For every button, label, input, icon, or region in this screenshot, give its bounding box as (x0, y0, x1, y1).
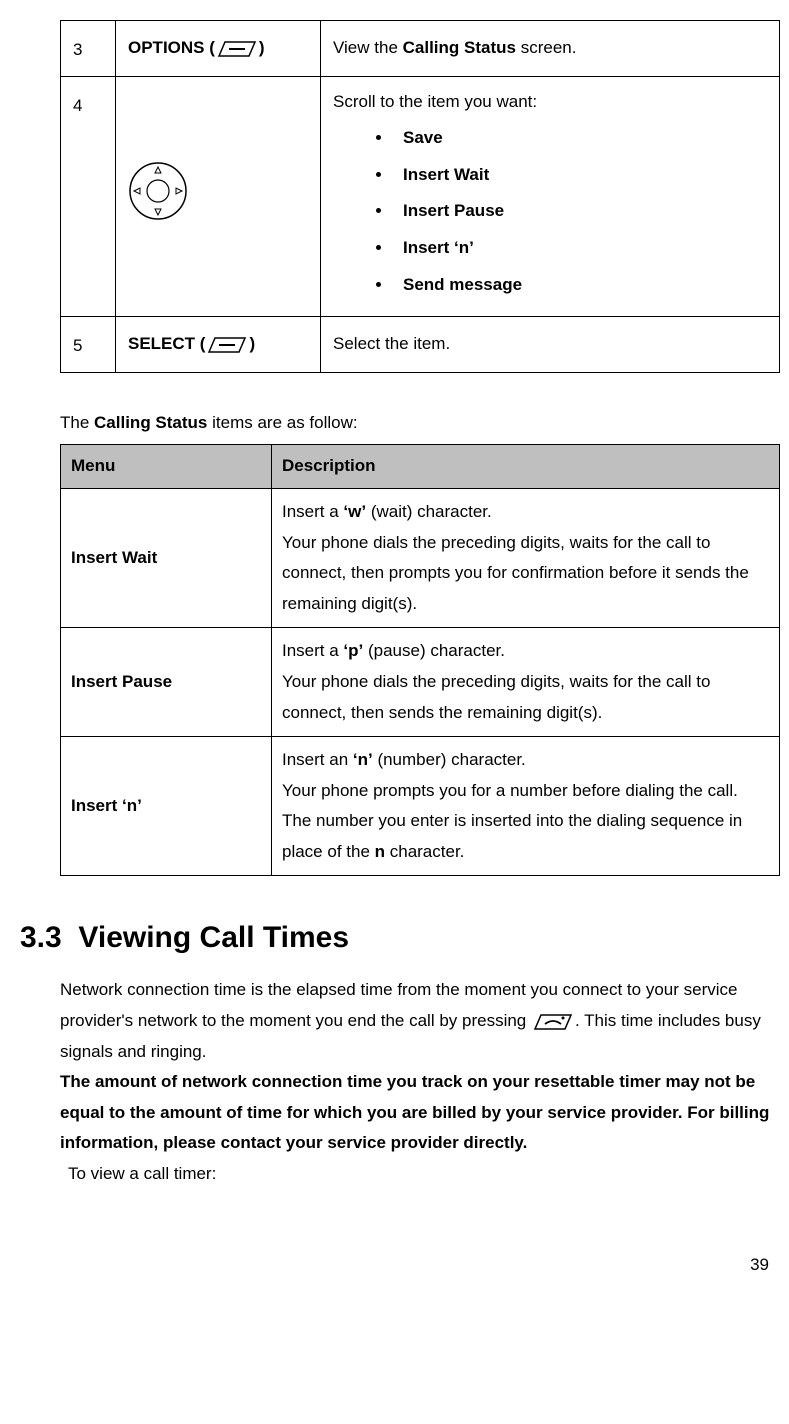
line1b: ‘n’ (353, 750, 373, 769)
menu-cell: Insert Pause (61, 628, 272, 737)
list-item: Insert Pause (393, 196, 767, 227)
desc-cell: Insert an ‘n’ (number) character. Your p… (272, 737, 780, 876)
softkey-icon (215, 38, 259, 60)
page-number: 39 (20, 1250, 779, 1281)
step-number: 5 (61, 317, 116, 373)
desc-post: screen. (516, 38, 576, 57)
section-paragraph-3: To view a call timer: (68, 1159, 779, 1190)
line2c: character. (385, 842, 464, 861)
step-desc: Scroll to the item you want: Save Insert… (321, 76, 780, 317)
line1c: (pause) character. (363, 641, 505, 660)
softkey-icon (205, 334, 249, 356)
list-item: Insert Wait (393, 160, 767, 191)
steps-table: 3 OPTIONS () View the Calling Status scr… (60, 20, 780, 373)
intro-post: items are as follow: (207, 413, 357, 432)
intro-text: The Calling Status items are as follow: (60, 408, 779, 439)
line1a: Insert a (282, 641, 343, 660)
step-desc: Select the item. (321, 317, 780, 373)
step-key (116, 76, 321, 317)
menu-cell: Insert ‘n’ (61, 737, 272, 876)
intro-bold: Calling Status (94, 413, 207, 432)
step-number: 4 (61, 76, 116, 317)
list-item: Save (393, 123, 767, 154)
desc-bold: Calling Status (403, 38, 516, 57)
line1a: Insert a (282, 502, 343, 521)
key-suffix: ) (249, 334, 255, 353)
line2: Your phone dials the preceding digits, w… (282, 533, 749, 613)
line1a: Insert an (282, 750, 353, 769)
key-prefix: OPTIONS ( (128, 38, 215, 57)
line1b: ‘p’ (343, 641, 363, 660)
section-paragraph-1: Network connection time is the elapsed t… (60, 975, 774, 1067)
section-number: 3.3 (20, 921, 62, 954)
line1c: (wait) character. (366, 502, 492, 521)
step-number: 3 (61, 21, 116, 77)
line2b: n (375, 842, 385, 861)
line2a: Your phone prompts you for a number befo… (282, 781, 742, 861)
intro-pre: The (60, 413, 94, 432)
list-item: Send message (393, 270, 767, 301)
section-title: Viewing Call Times (78, 921, 349, 954)
section-heading: 3.3 Viewing Call Times (20, 911, 779, 965)
list-item: Insert ‘n’ (393, 233, 767, 264)
scroll-lead: Scroll to the item you want: (333, 87, 767, 118)
menu-cell: Insert Wait (61, 488, 272, 627)
end-key-icon (531, 1011, 575, 1033)
step-desc: View the Calling Status screen. (321, 21, 780, 77)
line1c: (number) character. (373, 750, 526, 769)
header-menu: Menu (61, 445, 272, 489)
desc-pre: View the (333, 38, 403, 57)
desc-cell: Insert a ‘p’ (pause) character. Your pho… (272, 628, 780, 737)
nav-key-icon (128, 161, 188, 221)
key-prefix: SELECT ( (128, 334, 205, 353)
desc-cell: Insert a ‘w’ (wait) character. Your phon… (272, 488, 780, 627)
menu-items-list: Save Insert Wait Insert Pause Insert ‘n’… (333, 123, 767, 300)
key-suffix: ) (259, 38, 265, 57)
description-table: Menu Description Insert Wait Insert a ‘w… (60, 444, 780, 876)
step-key: SELECT () (116, 317, 321, 373)
section-paragraph-2: The amount of network connection time yo… (60, 1067, 774, 1159)
line1b: ‘w’ (343, 502, 366, 521)
line2: Your phone dials the preceding digits, w… (282, 672, 710, 722)
step-key: OPTIONS () (116, 21, 321, 77)
header-description: Description (272, 445, 780, 489)
